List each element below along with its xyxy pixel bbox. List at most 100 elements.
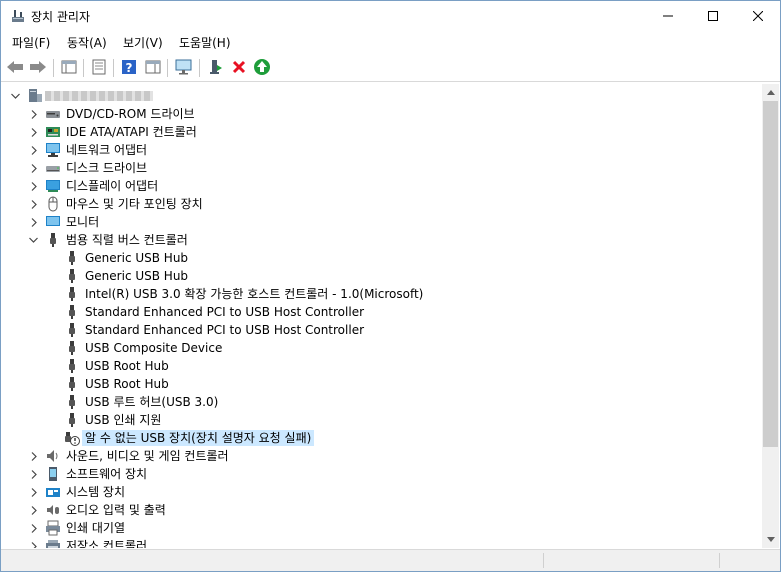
- software-device-icon: [49, 467, 57, 481]
- tree-category[interactable]: 디스플레이 어댑터: [1, 177, 762, 195]
- toolbar-separator: [167, 59, 168, 77]
- usb-device-icon: [69, 341, 75, 355]
- scroll-up-button[interactable]: [762, 84, 779, 101]
- tree-category[interactable]: 저장소 컨트롤러: [1, 537, 762, 548]
- status-segment: [719, 553, 720, 568]
- tree-category[interactable]: 네트워크 어댑터: [1, 141, 762, 159]
- tree-device[interactable]: USB 인쇄 지원: [1, 411, 762, 429]
- tree-category[interactable]: 사운드, 비디오 및 게임 컨트롤러: [1, 447, 762, 465]
- close-button[interactable]: [735, 1, 780, 31]
- expander-button[interactable]: [9, 88, 21, 104]
- tree-device[interactable]: Standard Enhanced PCI to USB Host Contro…: [1, 303, 762, 321]
- chevron-down-icon: [28, 237, 38, 243]
- enable-device-button[interactable]: [252, 57, 272, 77]
- scan-hardware-button[interactable]: [174, 57, 194, 77]
- audio-io-icon: [47, 505, 59, 515]
- toolbar-separator: [113, 59, 114, 77]
- tree-device[interactable]: USB Root Hub: [1, 375, 762, 393]
- expander-button[interactable]: [28, 538, 40, 548]
- menu-help[interactable]: 도움말(H): [178, 34, 232, 51]
- toolbar: ?: [1, 53, 780, 82]
- scroll-down-button[interactable]: [762, 531, 779, 548]
- ide-controller-icon: [46, 127, 60, 137]
- tree-root[interactable]: [1, 87, 762, 105]
- usb-icon: [50, 233, 56, 247]
- back-button[interactable]: [5, 57, 25, 77]
- menu-view[interactable]: 보기(V): [122, 34, 164, 51]
- show-hide-console-tree-button[interactable]: [59, 57, 79, 77]
- expander-button[interactable]: [28, 502, 40, 518]
- tree-item-label: 알 수 없는 USB 장치(장치 설명자 요청 실패): [82, 430, 315, 446]
- chevron-right-icon: [31, 109, 37, 119]
- expander-button[interactable]: [28, 178, 40, 194]
- tree-item-label: Generic USB Hub: [85, 269, 189, 283]
- tree-device[interactable]: USB Composite Device: [1, 339, 762, 357]
- tree-device-selected[interactable]: 알 수 없는 USB 장치(장치 설명자 요청 실패): [1, 429, 762, 447]
- usb-device-icon: [69, 395, 75, 409]
- usb-device-icon: [69, 287, 75, 301]
- system-device-icon: [46, 488, 60, 497]
- tree-category[interactable]: 디스크 드라이브: [1, 159, 762, 177]
- tree-category-usb[interactable]: 범용 직렬 버스 컨트롤러: [1, 231, 762, 249]
- arrow-left-icon: [7, 61, 23, 73]
- chevron-right-icon: [31, 469, 37, 479]
- device-tree[interactable]: DVD/CD-ROM 드라이브 IDE ATA/ATAPI 컨트롤러네트워크 어댑…: [1, 84, 762, 548]
- chevron-right-icon: [31, 487, 37, 497]
- vertical-scrollbar[interactable]: [762, 84, 779, 548]
- expander-button[interactable]: [28, 124, 40, 140]
- chevron-right-icon: [31, 181, 37, 191]
- tree-category[interactable]: DVD/CD-ROM 드라이브: [1, 105, 762, 123]
- minimize-button[interactable]: [645, 1, 691, 31]
- chevron-right-icon: [31, 451, 37, 461]
- expander-button[interactable]: [28, 214, 40, 230]
- help-button[interactable]: ?: [119, 57, 139, 77]
- tree-category[interactable]: 오디오 입력 및 출력: [1, 501, 762, 519]
- tree-category[interactable]: 소프트웨어 장치: [1, 465, 762, 483]
- tree-device[interactable]: USB Root Hub: [1, 357, 762, 375]
- help-icon: ?: [122, 60, 136, 75]
- maximize-button[interactable]: [690, 1, 736, 31]
- title-bar[interactable]: 장치 관리자: [1, 1, 780, 31]
- expander-button[interactable]: [28, 484, 40, 500]
- tree-item-label: USB Root Hub: [85, 359, 169, 373]
- usb-device-icon: [69, 305, 75, 319]
- expander-button[interactable]: [28, 466, 40, 482]
- usb-device-icon: [69, 413, 75, 427]
- mouse-icon: [48, 196, 58, 212]
- menu-action[interactable]: 동작(A): [66, 34, 108, 51]
- tree-device[interactable]: Standard Enhanced PCI to USB Host Contro…: [1, 321, 762, 339]
- expander-button[interactable]: [27, 232, 39, 248]
- update-driver-button[interactable]: [205, 57, 225, 77]
- tree-device[interactable]: USB 루트 허브(USB 3.0): [1, 393, 762, 411]
- chevron-right-icon: [31, 217, 37, 227]
- monitor-icon: [46, 216, 60, 226]
- usb-device-icon: [69, 251, 75, 265]
- network-adapter-icon: [46, 143, 60, 157]
- expander-button[interactable]: [28, 196, 40, 212]
- tree-category[interactable]: 인쇄 대기열: [1, 519, 762, 537]
- tree-category[interactable]: 시스템 장치: [1, 483, 762, 501]
- tree-device[interactable]: Generic USB Hub: [1, 249, 762, 267]
- expander-button[interactable]: [28, 448, 40, 464]
- tree-item-label: 사운드, 비디오 및 게임 컨트롤러: [66, 449, 229, 463]
- monitor-scan-icon: [175, 59, 192, 75]
- tree-item-label: 네트워크 어댑터: [66, 143, 148, 157]
- uninstall-device-button[interactable]: [229, 57, 249, 77]
- action-pane-button[interactable]: [143, 57, 163, 77]
- expander-button[interactable]: [28, 106, 40, 122]
- tree-category[interactable]: 모니터: [1, 213, 762, 231]
- svg-text:?: ?: [126, 61, 133, 75]
- menu-file[interactable]: 파일(F): [11, 34, 51, 51]
- properties-button[interactable]: [89, 57, 109, 77]
- tree-category[interactable]: IDE ATA/ATAPI 컨트롤러: [1, 123, 762, 141]
- scrollbar-thumb[interactable]: [763, 101, 778, 447]
- forward-button[interactable]: [28, 57, 48, 77]
- expander-button[interactable]: [28, 142, 40, 158]
- tree-device[interactable]: Intel(R) USB 3.0 확장 가능한 호스트 컨트롤러 - 1.0(M…: [1, 285, 762, 303]
- tree-device[interactable]: Generic USB Hub: [1, 267, 762, 285]
- expander-button[interactable]: [28, 160, 40, 176]
- chevron-down-icon: [10, 93, 20, 99]
- tree-category[interactable]: 마우스 및 기타 포인팅 장치: [1, 195, 762, 213]
- device-manager-icon: [12, 10, 24, 22]
- expander-button[interactable]: [28, 520, 40, 536]
